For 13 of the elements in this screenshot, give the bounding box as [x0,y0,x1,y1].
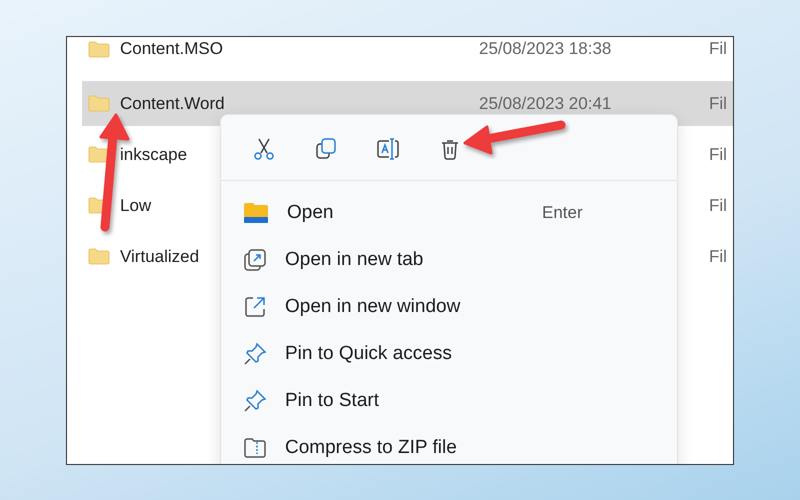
file-type: Fil [709,94,728,114]
file-type: Fil [709,144,728,164]
file-date: 25/08/2023 18:38 [479,39,612,59]
file-name: Content.Word [120,94,225,114]
file-type: Fil [709,39,728,59]
file-name: Content.MSO [120,39,223,59]
file-name: Low [120,196,152,216]
file-name: inkscape [120,144,188,164]
file-type: Fil [709,246,728,266]
file-type: Fil [709,196,728,216]
file-name: Virtualized [120,246,200,266]
shortcut-text: Enter [542,202,583,222]
file-date: 25/08/2023 20:41 [479,94,612,114]
